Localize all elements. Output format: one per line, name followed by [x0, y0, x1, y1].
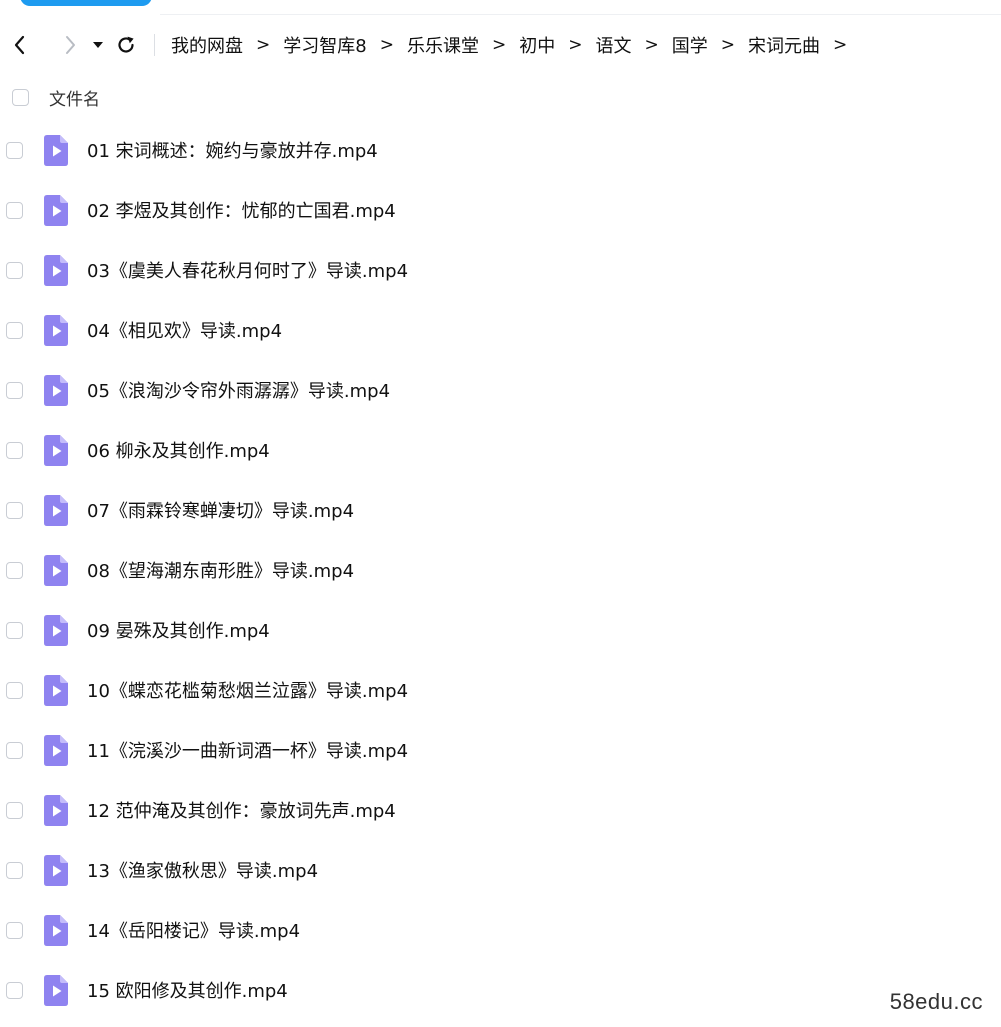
file-checkbox[interactable] — [6, 561, 23, 579]
video-file-icon — [44, 254, 68, 286]
video-file-icon — [44, 614, 68, 646]
nav-divider — [154, 34, 155, 56]
file-checkbox[interactable] — [6, 981, 23, 999]
file-checkbox[interactable] — [6, 141, 23, 159]
file-row[interactable]: 14《岳阳楼记》导读.mp4 — [0, 900, 1001, 960]
column-header-filename[interactable]: 文件名 — [49, 85, 100, 110]
video-file-icon — [44, 194, 68, 226]
refresh-button[interactable] — [112, 29, 140, 61]
file-name[interactable]: 09 晏殊及其创作.mp4 — [87, 617, 270, 643]
breadcrumb-item-chinese[interactable]: 语文 — [595, 32, 631, 58]
file-checkbox[interactable] — [6, 921, 23, 939]
back-button[interactable] — [6, 29, 34, 61]
file-row[interactable]: 04《相见欢》导读.mp4 — [0, 300, 1001, 360]
refresh-icon — [118, 36, 134, 53]
history-dropdown-button[interactable] — [90, 29, 106, 61]
file-name[interactable]: 14《岳阳楼记》导读.mp4 — [87, 917, 300, 943]
caret-down-icon — [93, 42, 103, 48]
file-checkbox[interactable] — [6, 201, 23, 219]
select-all-checkbox[interactable] — [12, 88, 29, 106]
breadcrumb-separator: > — [568, 35, 583, 55]
file-checkbox[interactable] — [6, 321, 23, 339]
video-file-icon — [44, 554, 68, 586]
file-name[interactable]: 07《雨霖铃寒蝉凄切》导读.mp4 — [87, 497, 354, 523]
breadcrumb-separator: > — [832, 35, 848, 55]
file-row[interactable]: 05《浪淘沙令帘外雨潺潺》导读.mp4 — [0, 360, 1001, 420]
file-row[interactable]: 10《蝶恋花槛菊愁烟兰泣露》导读.mp4 — [0, 660, 1001, 720]
navigation-bar: 我的网盘 > 学习智库8 > 乐乐课堂 > 初中 > 语文 > 国学 > 宋词元… — [0, 28, 1001, 62]
file-row[interactable]: 06 柳永及其创作.mp4 — [0, 420, 1001, 480]
top-divider — [160, 14, 1001, 15]
file-list: 01 宋词概述：婉约与豪放并存.mp4 02 李煜及其创作：忧郁的亡国君.mp4 0… — [0, 120, 1001, 1020]
video-file-icon — [44, 974, 68, 1006]
file-name[interactable]: 11《浣溪沙一曲新词酒一杯》导读.mp4 — [87, 737, 408, 763]
video-file-icon — [44, 794, 68, 826]
file-name[interactable]: 10《蝶恋花槛菊愁烟兰泣露》导读.mp4 — [87, 677, 408, 703]
file-checkbox[interactable] — [6, 441, 23, 459]
forward-button[interactable] — [56, 29, 84, 61]
breadcrumb-separator: > — [644, 35, 659, 55]
video-file-icon — [44, 734, 68, 766]
breadcrumb-item-sinology[interactable]: 国学 — [672, 32, 708, 58]
file-name[interactable]: 15 欧阳修及其创作.mp4 — [87, 977, 288, 1003]
breadcrumb-item-junior-high[interactable]: 初中 — [519, 32, 555, 58]
file-name[interactable]: 08《望海潮东南形胜》导读.mp4 — [87, 557, 354, 583]
video-file-icon — [44, 854, 68, 886]
file-checkbox[interactable] — [6, 501, 23, 519]
file-row[interactable]: 08《望海潮东南形胜》导读.mp4 — [0, 540, 1001, 600]
breadcrumb-item-my-drive[interactable]: 我的网盘 — [171, 32, 243, 58]
file-checkbox[interactable] — [6, 681, 23, 699]
video-file-icon — [44, 434, 68, 466]
file-checkbox[interactable] — [6, 621, 23, 639]
file-row[interactable]: 11《浣溪沙一曲新词酒一杯》导读.mp4 — [0, 720, 1001, 780]
file-row[interactable]: 13《渔家傲秋思》导读.mp4 — [0, 840, 1001, 900]
video-file-icon — [44, 914, 68, 946]
video-file-icon — [44, 314, 68, 346]
video-file-icon — [44, 374, 68, 406]
file-checkbox[interactable] — [6, 381, 23, 399]
file-name[interactable]: 03《虞美人春花秋月何时了》导读.mp4 — [87, 257, 408, 283]
file-list-header: 文件名 — [0, 80, 1001, 114]
file-row[interactable]: 02 李煜及其创作：忧郁的亡国君.mp4 — [0, 180, 1001, 240]
file-checkbox[interactable] — [6, 801, 23, 819]
file-name[interactable]: 05《浪淘沙令帘外雨潺潺》导读.mp4 — [87, 377, 390, 403]
video-file-icon — [44, 494, 68, 526]
breadcrumb-item-lele-classroom[interactable]: 乐乐课堂 — [407, 32, 479, 58]
file-row[interactable]: 03《虞美人春花秋月何时了》导读.mp4 — [0, 240, 1001, 300]
watermark: 58edu.cc — [889, 989, 983, 1014]
file-name[interactable]: 01 宋词概述：婉约与豪放并存.mp4 — [87, 137, 378, 163]
video-file-icon — [44, 674, 68, 706]
file-row[interactable]: 01 宋词概述：婉约与豪放并存.mp4 — [0, 120, 1001, 180]
breadcrumb-separator: > — [491, 35, 507, 55]
breadcrumb-item-study-library[interactable]: 学习智库8 — [283, 32, 366, 58]
breadcrumb-separator: > — [256, 35, 271, 55]
file-row[interactable]: 12 范仲淹及其创作：豪放词先声.mp4 — [0, 780, 1001, 840]
file-name[interactable]: 13《渔家傲秋思》导读.mp4 — [87, 857, 318, 883]
file-checkbox[interactable] — [6, 261, 23, 279]
file-row[interactable]: 07《雨霖铃寒蝉凄切》导读.mp4 — [0, 480, 1001, 540]
top-action-button[interactable] — [20, 0, 152, 6]
file-browser: 我的网盘 > 学习智库8 > 乐乐课堂 > 初中 > 语文 > 国学 > 宋词元… — [0, 0, 1001, 1027]
file-row[interactable]: 09 晏殊及其创作.mp4 — [0, 600, 1001, 660]
chevron-right-icon — [66, 36, 75, 54]
file-checkbox[interactable] — [6, 861, 23, 879]
breadcrumb-separator: > — [379, 35, 394, 55]
video-file-icon — [44, 134, 68, 166]
file-checkbox[interactable] — [6, 741, 23, 759]
breadcrumb-separator: > — [720, 35, 735, 55]
file-name[interactable]: 04《相见欢》导读.mp4 — [87, 317, 282, 343]
breadcrumb-item-song-ci[interactable]: 宋词元曲 — [748, 32, 820, 58]
chevron-left-icon — [14, 35, 25, 55]
file-row[interactable]: 15 欧阳修及其创作.mp4 — [0, 960, 1001, 1020]
breadcrumb: 我的网盘 > 学习智库8 > 乐乐课堂 > 初中 > 语文 > 国学 > 宋词元… — [171, 32, 860, 58]
file-name[interactable]: 02 李煜及其创作：忧郁的亡国君.mp4 — [87, 197, 396, 223]
file-name[interactable]: 12 范仲淹及其创作：豪放词先声.mp4 — [87, 797, 396, 823]
file-name[interactable]: 06 柳永及其创作.mp4 — [87, 437, 270, 463]
